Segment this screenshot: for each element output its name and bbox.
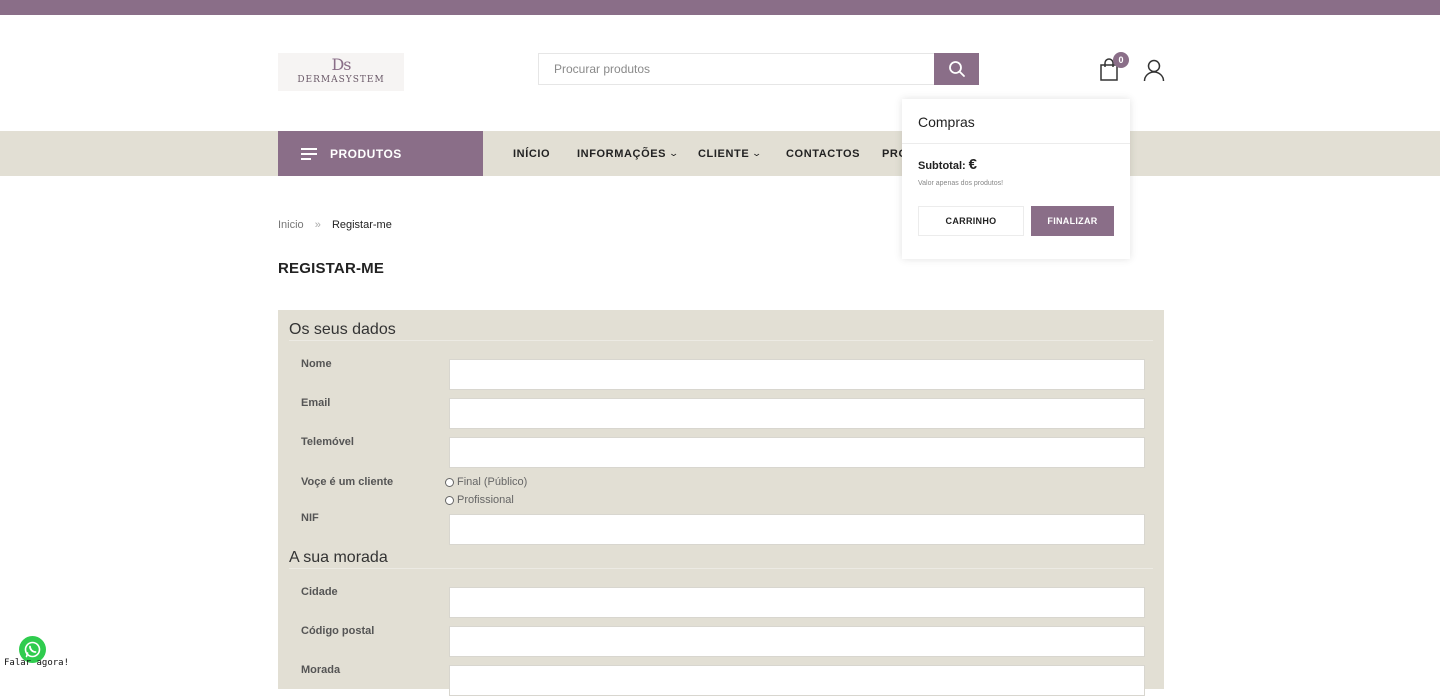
page-title: REGISTAR-ME: [278, 260, 385, 277]
whatsapp-label[interactable]: Falar agora!: [4, 658, 69, 668]
cart-button[interactable]: 0: [1099, 52, 1129, 82]
subtotal: Subtotal: €: [918, 156, 977, 173]
chevron-down-icon: ⌄: [751, 148, 764, 158]
name-field[interactable]: [449, 359, 1145, 390]
subtotal-note: Valor apenas dos produtos!: [918, 180, 1004, 187]
cart-count-badge: 0: [1113, 52, 1129, 68]
radio-circle: [445, 495, 454, 505]
breadcrumb-home[interactable]: Inicio: [278, 219, 304, 231]
nav-item-cliente[interactable]: CLIENTE ⌄: [698, 131, 764, 176]
address-field[interactable]: [449, 665, 1145, 696]
hamburger-icon: [301, 147, 317, 160]
logo-mark: Ds: [331, 55, 351, 74]
client-type-label: Voçe é um cliente: [301, 476, 394, 488]
email-field[interactable]: [449, 398, 1145, 429]
breadcrumb: Inicio » Registar-me: [278, 219, 392, 231]
nif-label: NIF: [301, 512, 319, 524]
divider: [902, 143, 1130, 144]
divider: [289, 568, 1153, 569]
nif-field[interactable]: [449, 514, 1145, 545]
city-field[interactable]: [449, 587, 1145, 618]
search-button[interactable]: [934, 53, 979, 85]
search-input[interactable]: [539, 54, 935, 84]
checkout-button[interactable]: FINALIZAR: [1031, 206, 1114, 236]
chevron-down-icon: ⌄: [668, 148, 680, 158]
logo[interactable]: Ds DERMASYSTEM: [278, 53, 404, 91]
divider: [289, 340, 1153, 341]
logo-wordmark: DERMASYSTEM: [297, 75, 385, 85]
user-icon: [1143, 59, 1165, 82]
nav-item-inicio[interactable]: INÍCIO: [513, 131, 550, 176]
phone-field[interactable]: [449, 437, 1145, 468]
nav-item-informacoes[interactable]: INFORMAÇÕES ⌄: [577, 131, 680, 176]
phone-label: Telemóvel: [301, 436, 354, 448]
city-label: Cidade: [301, 586, 338, 598]
radio-final[interactable]: Final (Público): [445, 476, 527, 488]
breadcrumb-separator: »: [314, 219, 321, 231]
radio-pro-label: Profissional: [457, 494, 514, 506]
name-label: Nome: [301, 358, 332, 370]
subtotal-label: Subtotal:: [918, 160, 966, 172]
nav-label: INÍCIO: [513, 147, 551, 160]
postal-code-field[interactable]: [449, 626, 1145, 657]
nav-label: CONTACTOS: [786, 147, 861, 160]
nav-label: CLIENTE: [698, 147, 750, 160]
cart-dropdown-title: Compras: [918, 114, 975, 130]
products-menu-label: PRODUTOS: [330, 146, 402, 161]
top-accent-bar: [0, 0, 1440, 15]
radio-final-label: Final (Público): [457, 476, 528, 488]
section-title-address: A sua morada: [289, 549, 388, 566]
cart-dropdown: Compras Subtotal: € Valor apenas dos prod…: [902, 99, 1130, 259]
products-menu-button[interactable]: PRODUTOS: [278, 131, 483, 176]
nav-item-contactos[interactable]: CONTACTOS: [786, 131, 860, 176]
whatsapp-icon: [24, 641, 41, 658]
registration-form: Os seus dados Nome Email Telemóvel Voçe …: [278, 310, 1164, 696]
subtotal-value: €: [968, 156, 978, 173]
search-bar: [538, 53, 979, 85]
radio-profissional[interactable]: Profissional: [445, 494, 514, 506]
search-icon: [948, 61, 965, 77]
email-label: Email: [301, 397, 331, 409]
account-button[interactable]: [1143, 58, 1165, 82]
breadcrumb-current: Registar-me: [331, 219, 392, 231]
postal-code-label: Código postal: [301, 625, 375, 637]
nav-label: INFORMAÇÕES: [577, 147, 667, 160]
view-cart-button[interactable]: CARRINHO: [918, 206, 1024, 236]
address-label: Morada: [301, 664, 341, 676]
section-title-personal: Os seus dados: [289, 321, 396, 338]
radio-circle: [445, 477, 454, 487]
